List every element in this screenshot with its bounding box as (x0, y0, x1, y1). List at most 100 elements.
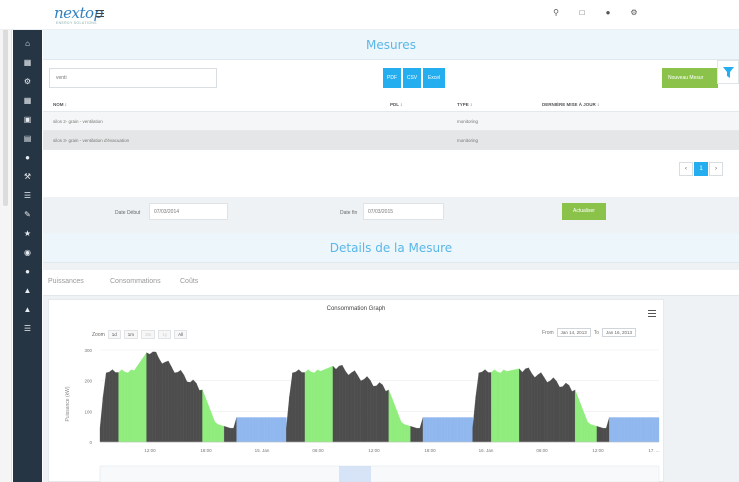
chart-y-ticks: 300 200 100 0 (84, 348, 92, 445)
area-segment (202, 389, 206, 443)
area-segment (587, 421, 591, 443)
settings-icon[interactable]: ⚙ (13, 72, 42, 90)
col-pdl[interactable]: PDL ↕ (390, 98, 402, 112)
zoom-all-button[interactable]: All (174, 330, 188, 339)
area-segment (332, 365, 337, 443)
dashboard-icon[interactable]: ▦ (13, 53, 42, 71)
globe-icon[interactable]: ◉ (13, 243, 42, 261)
chart-navigator[interactable] (99, 465, 660, 482)
area-segment (307, 369, 312, 443)
chart-menu-icon[interactable] (648, 310, 656, 319)
area-segment (258, 417, 262, 443)
search-icon[interactable]: ⚲ (551, 8, 561, 18)
next-page-button[interactable]: › (709, 162, 723, 176)
droplet-icon[interactable]: ▲ (13, 281, 42, 299)
area-segment (506, 370, 511, 443)
area-segment (606, 417, 610, 443)
search-input[interactable]: venti (49, 68, 217, 88)
end-date-input[interactable]: 07/03/2015 (363, 203, 444, 220)
col-last-update[interactable]: DERNIÈRE MISE À JOUR ↕ (542, 98, 599, 112)
page-1-button[interactable]: 1 (694, 162, 708, 176)
bell-icon[interactable]: ● (603, 8, 613, 18)
tab-consommations[interactable]: Consommations (110, 270, 161, 294)
star-icon[interactable]: ★ (13, 224, 42, 242)
new-mesure-button[interactable]: Nouveau Mesur (662, 68, 718, 88)
area-segment (245, 417, 250, 443)
zoom-1y-button[interactable]: 1y (158, 330, 172, 339)
area-segment (615, 417, 619, 443)
prev-page-button[interactable]: ‹ (679, 162, 693, 176)
tools-icon[interactable]: ⚒ (13, 167, 42, 185)
area-segment (205, 397, 209, 443)
gear-icon[interactable]: ⚙ (629, 8, 639, 18)
home-icon[interactable]: ⌂ (13, 34, 42, 52)
area-segment (602, 428, 607, 443)
area-segment (248, 417, 253, 443)
menu-icon[interactable]: ☰ (13, 319, 42, 337)
zoom-1m-button[interactable]: 1m (123, 330, 139, 339)
area-segment (177, 370, 181, 443)
grid-icon[interactable]: ▦ (13, 91, 42, 109)
scrollbar-thumb[interactable] (3, 16, 8, 206)
tab-puissances[interactable]: Puissances (48, 270, 84, 294)
area-segment (444, 417, 448, 443)
area-segment (447, 417, 452, 443)
area-segment (630, 417, 635, 443)
area-segment (441, 417, 445, 443)
area-segment (643, 417, 647, 443)
navigator-selection (339, 466, 371, 482)
area-segment (438, 417, 442, 443)
area-segment (478, 371, 483, 443)
zoom-1d-button[interactable]: 1d (107, 330, 121, 339)
table-row[interactable]: silos 3- grain - ventilation d'évacuatio… (43, 131, 739, 150)
window-scrollbar[interactable] (0, 0, 12, 482)
from-input[interactable]: Jan 14, 2013 (556, 328, 591, 337)
update-button[interactable]: Actualiser (562, 203, 606, 220)
table-row[interactable]: silos 2- grain - ventilation monitoring (43, 112, 739, 131)
to-input[interactable]: Jan 16, 2013 (601, 328, 637, 337)
document-icon[interactable]: ▤ (13, 129, 42, 147)
start-date-input[interactable]: 07/03/2014 (149, 203, 228, 220)
page: nextop ENERGY SOLUTIONS ⚲ □ ● ⚙ ⌂ ▦ ⚙ ▦ … (0, 0, 739, 482)
area-segment (621, 417, 625, 443)
building-icon[interactable]: ▲ (13, 300, 42, 318)
area-segment (196, 383, 200, 443)
area-segment (199, 389, 203, 443)
inbox-icon[interactable]: ▣ (13, 110, 42, 128)
area-segment (311, 371, 315, 443)
area-segment (354, 370, 358, 443)
list-icon[interactable]: ☰ (13, 186, 42, 204)
window-icon[interactable]: □ (577, 8, 587, 18)
area-segment (165, 360, 169, 443)
tab-couts[interactable]: Coûts (180, 270, 198, 294)
zoom-3m-button[interactable]: 3m (141, 330, 156, 339)
to-label: To (593, 329, 599, 336)
edit-icon[interactable]: ✎ (13, 205, 42, 223)
y-tick-label: 300 (84, 348, 92, 353)
chat-icon[interactable]: ● (13, 148, 42, 166)
area-segment (553, 377, 557, 443)
cloud-icon[interactable]: ● (13, 262, 42, 280)
area-segment (186, 381, 191, 443)
area-segment (180, 369, 184, 443)
area-segment (525, 367, 529, 443)
pdf-button[interactable]: PDF (383, 68, 401, 88)
col-type[interactable]: TYPE ↕ (457, 98, 472, 112)
y-tick-label: 200 (84, 379, 92, 384)
area-segment (261, 417, 265, 443)
logo-subtitle: ENERGY SOLUTIONS (56, 21, 97, 25)
x-tick-label: 18:00 (424, 448, 436, 453)
csv-button[interactable]: CSV (403, 68, 421, 88)
area-segment (317, 369, 321, 443)
table-header: NOM ↕ PDL ↕ TYPE ↕ DERNIÈRE MISE À JOUR … (43, 98, 739, 112)
area-segment (596, 426, 601, 443)
filter-icon[interactable] (717, 60, 739, 84)
area-segment (578, 397, 582, 443)
details-title: Details de la Mesure (43, 233, 739, 263)
area-segment (453, 417, 458, 443)
area-segment (124, 371, 129, 443)
menu-toggle-icon[interactable] (96, 10, 104, 17)
col-nom[interactable]: NOM ↕ (53, 98, 67, 112)
excel-button[interactable]: Excel (423, 68, 445, 88)
consumption-chart[interactable]: 300 200 100 0 12:00 18:00 15. Jan 06:00 12:00 18… (49, 342, 663, 482)
